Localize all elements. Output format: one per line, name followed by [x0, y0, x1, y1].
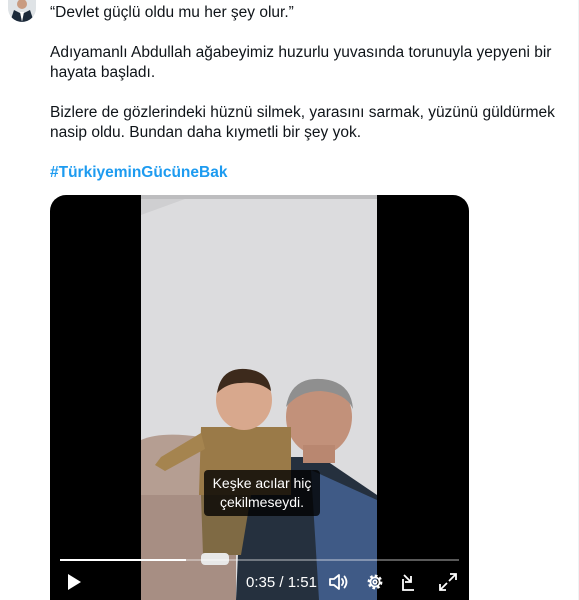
- subtitle-line-2: çekilmeseydi.: [219, 494, 305, 510]
- hashtag-link[interactable]: #TürkiyeminGücüneBak: [50, 163, 227, 183]
- video-controls: 0:35 / 1:51: [50, 571, 469, 600]
- time-separator: /: [275, 574, 288, 591]
- tweet-line-quote: “Devlet güçlü oldu mu her şey olur.”: [50, 4, 294, 21]
- video-subtitle: Keşke acılar hiç çekilmeseydi.: [204, 470, 320, 516]
- fullscreen-icon[interactable]: [437, 571, 459, 593]
- subtitle-line-1: Keşke acılar hiç: [212, 475, 312, 491]
- video-progress-fill: [60, 559, 186, 561]
- gear-icon[interactable]: [364, 571, 386, 593]
- video-progress-track[interactable]: [60, 559, 459, 561]
- video-time: 0:35 / 1:51: [246, 574, 317, 592]
- video-player[interactable]: Keşke acılar hiç çekilmeseydi. 0:35 / 1:…: [50, 195, 469, 600]
- tweet-line-message: Bizlere de gözlerindeki hüznü silmek, ya…: [50, 104, 555, 141]
- popout-icon[interactable]: [400, 571, 422, 593]
- tweet-line-story: Adıyamanlı Abdullah ağabeyimiz huzurlu y…: [50, 44, 552, 81]
- avatar[interactable]: [8, 0, 36, 22]
- current-time: 0:35: [246, 574, 276, 591]
- video-scene: [141, 195, 377, 600]
- video-frame: [141, 195, 377, 600]
- play-icon[interactable]: [63, 571, 85, 593]
- volume-icon[interactable]: [327, 571, 349, 593]
- duration: 1:51: [287, 574, 317, 591]
